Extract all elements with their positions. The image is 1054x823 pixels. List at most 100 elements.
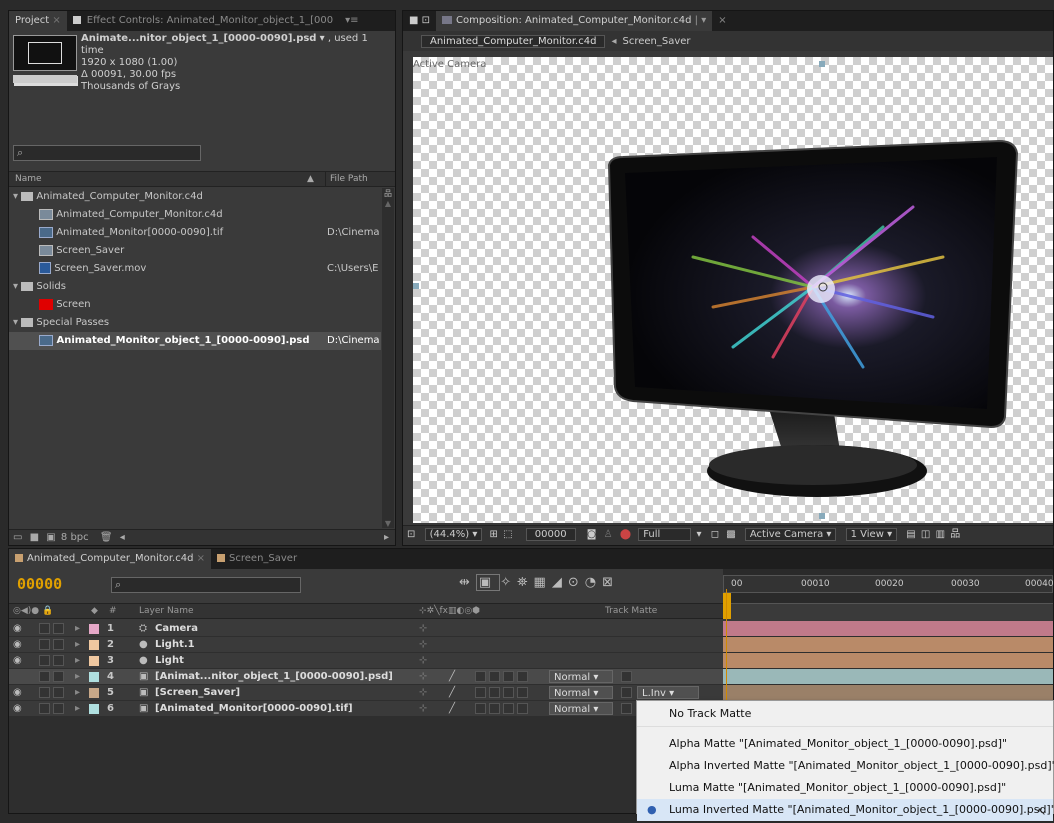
list-item[interactable]: Screen_Saver <box>9 242 381 260</box>
table-row[interactable]: ◉ ▸ 5 ▣ [Screen_Saver] ⊹ ╱ Normal ▾ L.Inv ▾ <box>9 685 723 701</box>
table-row[interactable]: ◉ ▸ 2 ● Light.1 ⊹ <box>9 637 723 653</box>
layer-duration-bar[interactable] <box>723 685 1053 701</box>
layer-duration-bar[interactable] <box>723 621 1053 637</box>
shy-icon[interactable]: ✧ <box>500 575 517 590</box>
mask-visibility-icon[interactable]: ⬚ <box>503 529 512 540</box>
scroll-left-icon[interactable]: ◂ <box>120 532 125 543</box>
quality-switch-icon[interactable]: ╱ <box>449 669 455 685</box>
quality-switch-icon[interactable]: ╱ <box>449 685 455 701</box>
new-comp-icon[interactable]: ▣ <box>46 532 55 543</box>
camera-snapshot-icon[interactable]: ◙ <box>587 529 597 540</box>
layer-duration-bar[interactable] <box>723 653 1053 669</box>
label-color-swatch[interactable] <box>89 656 99 666</box>
time-ruler[interactable]: 00 00010 00020 00030 00040 <box>723 569 1054 619</box>
switch-checkbox[interactable] <box>503 671 514 682</box>
expand-arrow-icon[interactable]: ▸ <box>75 701 80 717</box>
switch-checkbox[interactable] <box>517 671 528 682</box>
layer-handle[interactable] <box>819 513 825 519</box>
new-folder-icon[interactable]: ■ <box>30 532 39 543</box>
graph-editor-icon[interactable]: ◢ <box>552 575 568 590</box>
solo-switch[interactable] <box>39 687 50 698</box>
motion-blur-icon[interactable]: ▦ <box>534 575 552 590</box>
comp-flowchart-icon[interactable]: ⊠ <box>602 575 619 590</box>
label-color-swatch[interactable] <box>89 672 99 682</box>
shy-switch-icon[interactable]: ⊹ <box>419 637 427 653</box>
label-color-swatch[interactable] <box>89 688 99 698</box>
title-safe-icon[interactable]: ⊞ <box>490 529 498 540</box>
visibility-eye-icon[interactable]: ◉ <box>13 637 22 653</box>
solo-switch[interactable] <box>39 623 50 634</box>
layer-duration-bar[interactable] <box>723 637 1053 653</box>
expand-arrow-icon[interactable]: ▸ <box>75 669 80 685</box>
flowchart-icon[interactable]: 品 <box>950 529 960 540</box>
tab-composition[interactable]: Composition: Animated_Computer_Monitor.c… <box>436 11 713 31</box>
menu-item-luma-inverted-matte[interactable]: ● Luma Inverted Matte "[Animated_Monitor… <box>637 799 1054 821</box>
column-name[interactable]: Name <box>15 172 42 186</box>
table-row[interactable]: ◉ ▸ 6 ▣ [Animated_Monitor[0000-0090].tif] ⊹ ╱ N… <box>9 701 723 717</box>
trash-icon[interactable]: 🗑 <box>100 532 113 543</box>
solo-switch[interactable] <box>39 671 50 682</box>
shy-switch-icon[interactable]: ⊹ <box>419 653 427 669</box>
layer-name[interactable]: [Animat...nitor_object_1_[0000-0090].psd… <box>155 669 393 685</box>
visibility-eye-icon[interactable]: ◉ <box>13 653 22 669</box>
label-color-swatch[interactable] <box>89 624 99 634</box>
shy-switch-icon[interactable]: ⊹ <box>419 685 427 701</box>
lock-switch[interactable] <box>53 623 64 634</box>
show-snapshot-icon[interactable]: ♙ <box>604 529 613 540</box>
current-time-field[interactable]: 00000 <box>525 528 576 541</box>
table-row[interactable]: ◉ ▸ 1 ⛭ Camera ⊹ <box>9 621 723 637</box>
flowchart-icon[interactable]: 品 <box>382 188 394 199</box>
expand-arrow-icon[interactable]: ▸ <box>75 621 80 637</box>
layer-name[interactable]: [Screen_Saver] <box>155 685 240 701</box>
menu-item-luma-matte[interactable]: Luma Matte "[Animated_Monitor_object_1_[… <box>637 777 1053 799</box>
visibility-eye-icon[interactable]: ◉ <box>13 701 22 717</box>
zoom-select[interactable]: (44.4%) ▾ <box>424 528 483 541</box>
panel-menu-button[interactable]: ▾≡ <box>339 11 364 31</box>
scroll-down-icon[interactable]: ▼ <box>382 519 394 528</box>
list-item[interactable]: ▾ Solids <box>9 278 381 296</box>
tab-effect-controls[interactable]: Effect Controls: Animated_Monitor_object… <box>67 11 339 31</box>
list-item[interactable]: ▾ Animated_Computer_Monitor.c4d <box>9 188 381 206</box>
draft-3d-icon[interactable]: ▣ <box>475 574 501 591</box>
solo-switch[interactable] <box>39 655 50 666</box>
view-layout-select[interactable]: 1 View ▾ <box>845 528 898 541</box>
timeline-timecode[interactable]: 00000 <box>17 575 62 593</box>
expand-arrow-icon[interactable]: ▸ <box>75 653 80 669</box>
lock-switch[interactable] <box>53 639 64 650</box>
layer-duration-bar[interactable] <box>723 669 1053 685</box>
lock-switch[interactable] <box>53 671 64 682</box>
channel-icon[interactable]: ⬤ <box>620 529 631 540</box>
interpret-footage-icon[interactable]: ▭ <box>13 532 22 543</box>
breadcrumb-screen-saver[interactable]: Screen_Saver <box>622 36 690 47</box>
switch-checkbox[interactable] <box>489 671 500 682</box>
expand-arrow-icon[interactable]: ▸ <box>75 685 80 701</box>
blend-mode-select[interactable]: Normal ▾ <box>549 670 613 683</box>
list-item-selected[interactable]: Animated_Monitor_object_1_[0000-0090].ps… <box>9 332 381 350</box>
lock-switch[interactable] <box>53 655 64 666</box>
timeline-search-input[interactable]: ⌕ <box>111 577 301 593</box>
preserve-transparency-checkbox[interactable] <box>621 671 632 682</box>
stopwatch-icon[interactable]: ◔ <box>585 575 602 590</box>
close-icon[interactable]: × <box>712 11 732 31</box>
comp-lock-icon[interactable]: ■ ⊡ <box>403 11 436 31</box>
switch-checkbox[interactable] <box>517 687 528 698</box>
layer-name[interactable]: Light.1 <box>155 637 195 653</box>
resolution-select[interactable]: Full <box>638 528 692 541</box>
transparency-grid-icon[interactable]: ▩ <box>726 529 735 540</box>
switch-checkbox[interactable] <box>489 703 500 714</box>
layer-handle[interactable] <box>819 61 825 67</box>
menu-item-no-track-matte[interactable]: No Track Matte <box>637 701 1053 727</box>
layer-handle[interactable] <box>413 283 419 289</box>
list-item[interactable]: Animated_Monitor[0000-0090].tif D:\Cinema <box>9 224 381 242</box>
comp-mini-flowchart-icon[interactable]: ⇹ <box>459 575 476 590</box>
playhead-handle[interactable] <box>723 593 731 619</box>
search-layer-icon[interactable]: ⊙ <box>568 575 585 590</box>
quality-switch-icon[interactable]: ╱ <box>449 701 455 717</box>
solo-switch[interactable] <box>39 703 50 714</box>
project-search-input[interactable]: ⌕ <box>13 145 201 161</box>
preserve-transparency-checkbox[interactable] <box>621 703 632 714</box>
scroll-up-icon[interactable]: ▲ <box>382 199 394 208</box>
switch-checkbox[interactable] <box>517 703 528 714</box>
switch-checkbox[interactable] <box>475 703 486 714</box>
blend-mode-select[interactable]: Normal ▾ <box>549 686 613 699</box>
